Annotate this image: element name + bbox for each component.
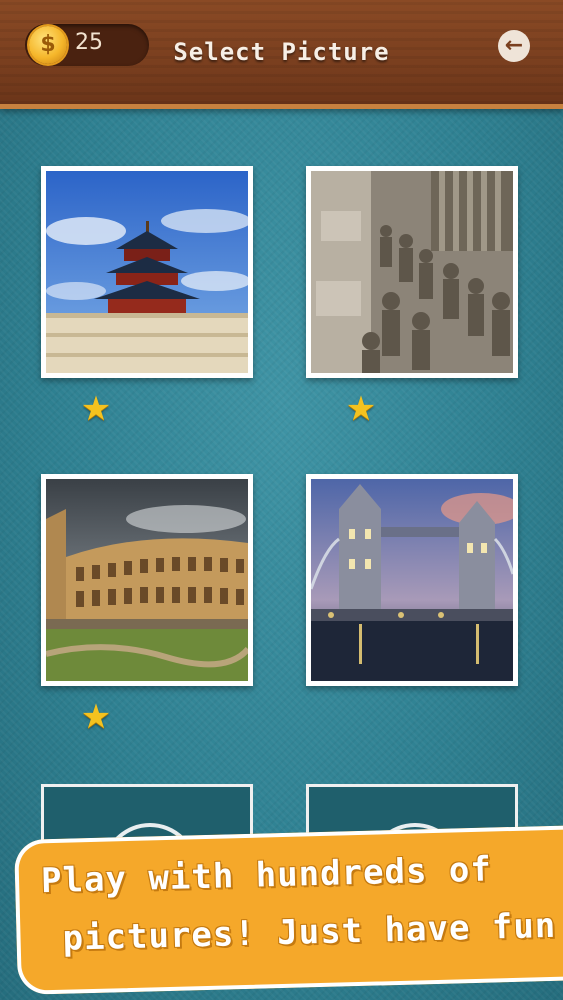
promo-line-2: pictures! Just have fun [62,905,557,959]
picture-card-terracotta-army[interactable] [306,166,518,378]
picture-card-colosseum[interactable] [41,474,253,686]
star-icon: ★ [80,697,112,737]
promo-line-1: Play with hundreds of [40,849,493,902]
temple-of-heaven-image [46,171,248,373]
star-icon: ★ [80,389,112,429]
picture-card-temple-of-heaven[interactable] [41,166,253,378]
promo-banner: Play with hundreds of pictures! Just hav… [14,825,563,995]
header-bar: $ 25 Select Picture ← [0,0,563,109]
page-title: Select Picture [173,38,390,66]
star-icon: ★ [345,389,377,429]
terracotta-army-image [311,171,513,373]
colosseum-image [46,479,248,681]
picture-card-tower-bridge[interactable] [306,474,518,686]
back-arrow-icon[interactable]: ← [498,30,530,62]
tower-bridge-image [311,479,513,681]
